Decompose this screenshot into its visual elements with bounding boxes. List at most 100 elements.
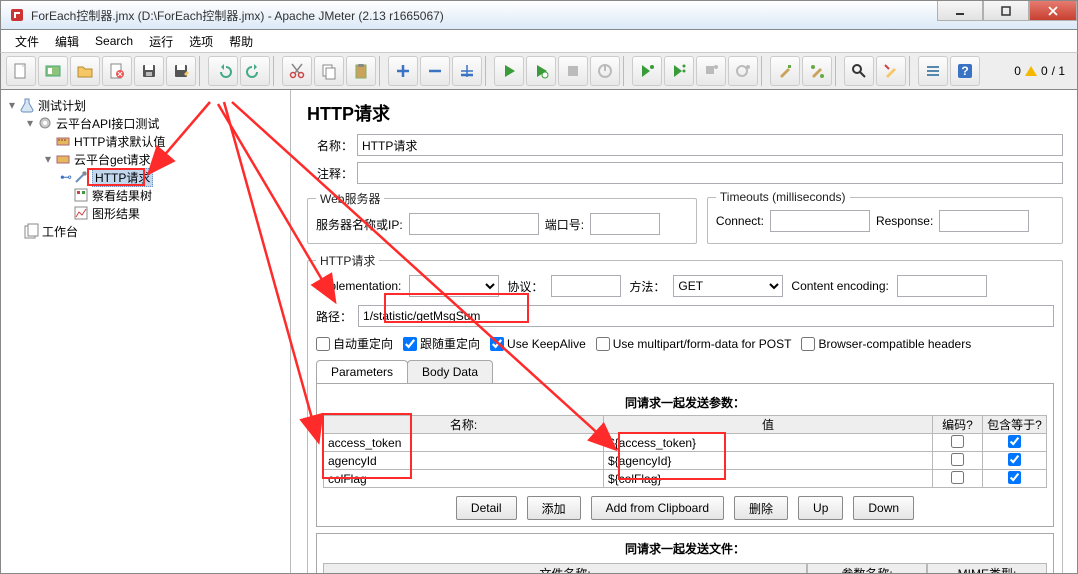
browser-headers-label: Browser-compatible headers xyxy=(818,337,971,351)
table-row[interactable]: colFlag${colFlag} xyxy=(324,470,1047,488)
include-checkbox[interactable] xyxy=(1008,435,1021,448)
menu-help[interactable]: 帮助 xyxy=(221,31,261,52)
tree-results-icon xyxy=(73,187,89,203)
tab-parameters[interactable]: Parameters xyxy=(316,360,408,383)
function-helper-icon[interactable] xyxy=(918,56,948,86)
clear-icon[interactable] xyxy=(770,56,800,86)
detail-button[interactable]: Detail xyxy=(456,496,517,520)
save-icon[interactable] xyxy=(134,56,164,86)
connect-input[interactable] xyxy=(770,210,870,232)
http-request-legend: HTTP请求 xyxy=(316,252,379,269)
col-name[interactable]: 名称: xyxy=(324,416,604,434)
col-include[interactable]: 包含等于? xyxy=(983,416,1047,434)
tree-foreach[interactable]: 云平台get请求 xyxy=(74,151,151,168)
method-select[interactable]: GET xyxy=(673,275,783,297)
delete-button[interactable]: 删除 xyxy=(734,496,788,520)
tree-graph-results[interactable]: 图形结果 xyxy=(92,205,140,222)
menu-run[interactable]: 运行 xyxy=(141,31,181,52)
impl-select[interactable] xyxy=(409,275,499,297)
follow-redirect-checkbox[interactable] xyxy=(403,337,417,351)
reset-search-icon[interactable] xyxy=(876,56,906,86)
thread-count-right: 0 xyxy=(1041,64,1048,78)
open-icon[interactable] xyxy=(70,56,100,86)
redo-icon[interactable] xyxy=(240,56,270,86)
undo-icon[interactable] xyxy=(208,56,238,86)
tree-toggle[interactable]: ▾ xyxy=(5,98,19,112)
tree-root[interactable]: 测试计划 xyxy=(38,97,86,114)
paste-icon[interactable] xyxy=(346,56,376,86)
expand-icon[interactable] xyxy=(388,56,418,86)
enc-input[interactable] xyxy=(897,275,987,297)
start-icon[interactable] xyxy=(494,56,524,86)
search-icon[interactable] xyxy=(844,56,874,86)
comment-input[interactable] xyxy=(357,162,1063,184)
tree-view-results[interactable]: 察看结果树 xyxy=(92,187,152,204)
start-no-timers-icon[interactable] xyxy=(526,56,556,86)
tree-http-defaults[interactable]: HTTP请求默认值 xyxy=(74,133,165,150)
foreach-icon xyxy=(55,151,71,167)
encode-checkbox[interactable] xyxy=(951,471,964,484)
test-plan-tree[interactable]: ▾测试计划 ▾云平台API接口测试 HTTP请求默认值 ▾云平台get请求 ⊷H… xyxy=(1,90,291,573)
parameters-panel: 同请求一起发送参数： 名称: 值 编码? 包含等于? access_token$… xyxy=(316,383,1054,527)
tree-http-request[interactable]: HTTP请求 xyxy=(92,168,153,187)
help-icon[interactable]: ? xyxy=(950,56,980,86)
maximize-button[interactable] xyxy=(983,1,1029,21)
file-col-param[interactable]: 参数名称: xyxy=(807,563,927,573)
toggle-icon[interactable] xyxy=(452,56,482,86)
shutdown-icon[interactable] xyxy=(590,56,620,86)
params-table[interactable]: 名称: 值 编码? 包含等于? access_token${access_tok… xyxy=(323,415,1047,488)
clear-all-icon[interactable] xyxy=(802,56,832,86)
down-button[interactable]: Down xyxy=(853,496,914,520)
new-icon[interactable] xyxy=(6,56,36,86)
table-row[interactable]: agencyId${agencyId} xyxy=(324,452,1047,470)
close-button[interactable] xyxy=(1029,1,1077,21)
include-checkbox[interactable] xyxy=(1008,471,1021,484)
tree-thread-group[interactable]: 云平台API接口测试 xyxy=(56,115,159,132)
menu-file[interactable]: 文件 xyxy=(7,31,47,52)
file-col-filename[interactable]: 文件名称: xyxy=(323,563,807,573)
tab-body-data[interactable]: Body Data xyxy=(407,360,493,383)
remote-start-all-icon[interactable] xyxy=(664,56,694,86)
close-file-icon[interactable] xyxy=(102,56,132,86)
stop-icon[interactable] xyxy=(558,56,588,86)
browser-headers-checkbox[interactable] xyxy=(801,337,815,351)
col-value[interactable]: 值 xyxy=(604,416,933,434)
tree-toggle[interactable]: ▾ xyxy=(41,152,55,166)
up-button[interactable]: Up xyxy=(798,496,843,520)
tree-workbench[interactable]: 工作台 xyxy=(42,223,78,240)
cut-icon[interactable] xyxy=(282,56,312,86)
include-checkbox[interactable] xyxy=(1008,453,1021,466)
save-as-icon[interactable] xyxy=(166,56,196,86)
multipart-checkbox[interactable] xyxy=(596,337,610,351)
port-input[interactable] xyxy=(590,213,660,235)
editor-panel: HTTP请求 名称： 注释： Web服务器 服务器名称或IP: 端口号: Tim… xyxy=(291,90,1077,573)
encode-checkbox[interactable] xyxy=(951,435,964,448)
tree-toggle[interactable]: ▾ xyxy=(23,116,37,130)
encode-checkbox[interactable] xyxy=(951,453,964,466)
copy-icon[interactable] xyxy=(314,56,344,86)
menu-search[interactable]: Search xyxy=(87,32,141,50)
response-label: Response: xyxy=(876,214,933,228)
name-input[interactable] xyxy=(357,134,1063,156)
minimize-button[interactable] xyxy=(937,1,983,21)
add-button[interactable]: 添加 xyxy=(527,496,581,520)
menu-edit[interactable]: 编辑 xyxy=(47,31,87,52)
remote-shutdown-icon[interactable] xyxy=(728,56,758,86)
response-input[interactable] xyxy=(939,210,1029,232)
keepalive-checkbox[interactable] xyxy=(490,337,504,351)
proto-input[interactable] xyxy=(551,275,621,297)
collapse-icon[interactable] xyxy=(420,56,450,86)
method-label: 方法： xyxy=(629,278,665,295)
col-encode[interactable]: 编码? xyxy=(933,416,983,434)
add-clipboard-button[interactable]: Add from Clipboard xyxy=(591,496,724,520)
auto-redirect-checkbox[interactable] xyxy=(316,337,330,351)
templates-icon[interactable] xyxy=(38,56,68,86)
path-input[interactable] xyxy=(358,305,1054,327)
server-ip-input[interactable] xyxy=(409,213,539,235)
table-row[interactable]: access_token${access_token} xyxy=(324,434,1047,452)
menu-options[interactable]: 选项 xyxy=(181,31,221,52)
svg-text:?: ? xyxy=(961,64,968,78)
remote-stop-icon[interactable] xyxy=(696,56,726,86)
remote-start-icon[interactable] xyxy=(632,56,662,86)
file-col-mime[interactable]: MIME类型: xyxy=(927,563,1047,573)
